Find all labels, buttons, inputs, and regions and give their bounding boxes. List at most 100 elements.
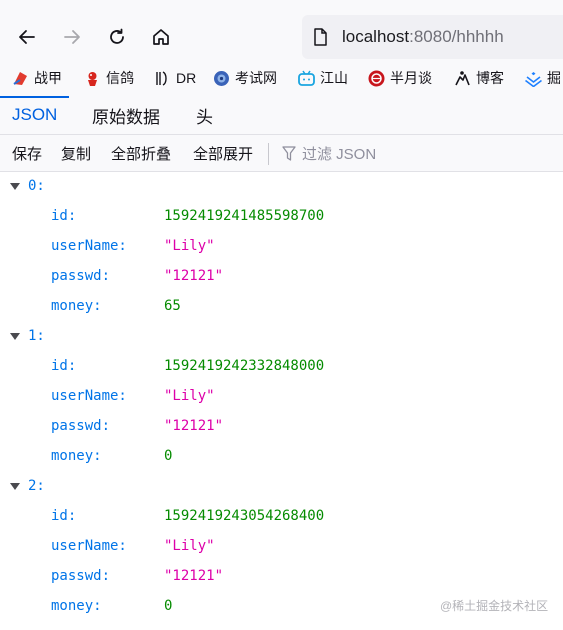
tree-object-row[interactable]: 2: (0, 472, 563, 502)
home-icon (153, 29, 169, 45)
field-value: "12121" (164, 568, 224, 584)
field-key: passwd: (51, 268, 111, 284)
expand-triangle-icon[interactable] (10, 182, 20, 190)
field-key: id: (51, 358, 77, 374)
index-label: 2: (28, 478, 45, 494)
tree-field-row: passwd: "12121" (0, 262, 563, 292)
tree-object-row[interactable]: 1: (0, 322, 563, 352)
bookmark-label: 战甲 (34, 70, 62, 86)
toolbar-divider (268, 143, 269, 165)
url-host: localhost (342, 27, 410, 46)
filter-placeholder: 过滤 JSON (302, 146, 377, 163)
field-value: "12121" (164, 418, 224, 434)
field-key: money: (51, 598, 102, 614)
reload-icon (110, 28, 124, 44)
bookmark-item[interactable]: 战甲 (12, 68, 62, 88)
tree-object-row[interactable]: 0: (0, 172, 563, 202)
field-value: 0 (164, 448, 173, 464)
forward-button[interactable] (57, 22, 87, 52)
pigeon-icon (84, 70, 101, 87)
copy-button[interactable]: 复制 (61, 143, 91, 164)
tab-json[interactable]: JSON (0, 96, 70, 134)
field-key: id: (51, 208, 77, 224)
array-index: 2: (8, 478, 45, 494)
red-shield-icon (12, 70, 29, 87)
page-icon (314, 28, 327, 46)
browser-toolbar: localhost:8080/hhhhh (0, 0, 563, 60)
bookmark-item[interactable]: 博客 (454, 68, 504, 88)
bookmark-label: 考试网 (235, 70, 277, 86)
address-bar[interactable]: localhost:8080/hhhhh (302, 15, 563, 59)
tree-field-row: userName: "Lily" (0, 382, 563, 412)
tree-field-row: money: 65 (0, 292, 563, 322)
tree-field-row: passwd: "12121" (0, 412, 563, 442)
field-value: "12121" (164, 268, 224, 284)
bookmark-item[interactable]: 半月谈 (368, 68, 432, 88)
tree-field-row: money: 0 (0, 442, 563, 472)
json-viewer-tabs: JSON 原始数据 头 (0, 96, 563, 135)
juejin-icon (525, 70, 542, 87)
field-key: userName: (51, 238, 127, 254)
bookmark-item[interactable]: 信鸽 (84, 68, 134, 88)
index-label: 0: (28, 178, 45, 194)
bookmark-item[interactable]: 考试网 (213, 68, 277, 88)
url-text: localhost:8080/hhhhh (342, 27, 504, 47)
arrow-left-icon (19, 30, 35, 44)
filter-json-input[interactable]: 过滤 JSON (282, 143, 376, 164)
bookmark-label: 博客 (476, 70, 504, 86)
arrow-right-icon (64, 30, 80, 44)
bookmark-label: 信鸽 (106, 70, 134, 86)
field-value: 0 (164, 598, 173, 614)
tree-field-row: id: 1592419242332848000 (0, 352, 563, 382)
field-key: userName: (51, 388, 127, 404)
bookmark-label: DR (176, 70, 197, 86)
field-key: money: (51, 298, 102, 314)
field-value: 1592419243054268400 (164, 508, 325, 524)
tree-field-row: userName: "Lily" (0, 532, 563, 562)
field-value: "Lily" (164, 538, 215, 554)
save-button[interactable]: 保存 (12, 143, 42, 164)
tree-field-row: id: 1592419243054268400 (0, 502, 563, 532)
reload-button[interactable] (102, 22, 132, 52)
field-key: passwd: (51, 418, 111, 434)
field-value: 1592419242332848000 (164, 358, 325, 374)
bookmark-label: 江山 (320, 70, 348, 86)
bookmark-item[interactable]: DR (154, 68, 196, 88)
filter-icon (282, 145, 296, 161)
red-circle-icon (368, 70, 385, 87)
bilibili-tv-icon (298, 70, 315, 87)
field-value: 1592419241485598700 (164, 208, 325, 224)
bookmark-label: 半月谈 (390, 70, 432, 86)
globe-icon (213, 70, 230, 87)
expand-triangle-icon[interactable] (10, 332, 20, 340)
field-value: "Lily" (164, 238, 215, 254)
person-icon (454, 70, 471, 87)
field-value: 65 (164, 298, 181, 314)
expand-all-button[interactable]: 全部展开 (193, 143, 253, 164)
index-label: 1: (28, 328, 45, 344)
tab-raw-data[interactable]: 原始数据 (92, 96, 160, 134)
field-key: money: (51, 448, 102, 464)
array-index: 0: (8, 178, 45, 194)
field-key: passwd: (51, 568, 111, 584)
field-key: userName: (51, 538, 127, 554)
json-toolbar: 保存 复制 全部折叠 全部展开 过滤 JSON (0, 135, 563, 172)
bookmark-label: 掘 (547, 70, 561, 86)
field-value: "Lily" (164, 388, 215, 404)
tree-field-row: id: 1592419241485598700 (0, 202, 563, 232)
home-button[interactable] (146, 22, 176, 52)
field-key: id: (51, 508, 77, 524)
bookmark-item[interactable]: 江山 (298, 68, 348, 88)
url-port-path: :8080/hhhhh (409, 27, 504, 46)
bookmarks-bar: 战甲 信鸽 DR 考试网 江山 半月谈 博客 掘 (0, 60, 563, 96)
watermark: @稀土掘金技术社区 (440, 599, 549, 613)
tree-field-row: passwd: "12121" (0, 562, 563, 592)
tree-field-row: userName: "Lily" (0, 232, 563, 262)
bookmark-item[interactable]: 掘 (525, 68, 561, 88)
dr-logo-icon (154, 70, 171, 87)
tab-headers[interactable]: 头 (196, 96, 213, 134)
back-button[interactable] (12, 22, 42, 52)
collapse-all-button[interactable]: 全部折叠 (111, 143, 171, 164)
expand-triangle-icon[interactable] (10, 482, 20, 490)
array-index: 1: (8, 328, 45, 344)
